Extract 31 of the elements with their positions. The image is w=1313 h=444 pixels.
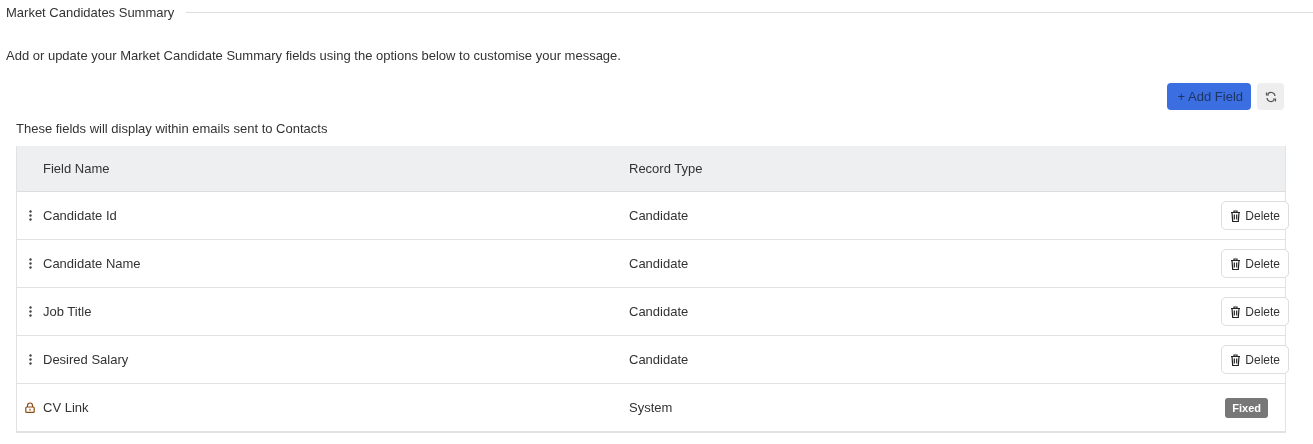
record-type-cell-text: System bbox=[629, 400, 674, 415]
drag-handle-icon[interactable] bbox=[28, 306, 32, 317]
drag-handle-icon[interactable] bbox=[28, 210, 32, 221]
trash-icon bbox=[1230, 209, 1242, 222]
record-type-cell-text: Candidate bbox=[629, 256, 690, 271]
field-name-cell-text: CV Link bbox=[43, 400, 90, 415]
drag-handle-icon[interactable] bbox=[28, 354, 32, 365]
table-caption: These fields will display within emails sent to Contacts bbox=[16, 121, 329, 136]
field-name-cell-text: Candidate Name bbox=[43, 256, 142, 271]
trash-icon bbox=[1230, 305, 1242, 318]
section-description: Add or update your Market Candidate Summary fields using the options below to customise your message. bbox=[6, 48, 622, 63]
column-header: Field Name bbox=[43, 161, 111, 176]
trash-icon bbox=[1230, 257, 1242, 270]
refresh-button[interactable] bbox=[1257, 83, 1284, 110]
field-name-cell-text: Candidate Id bbox=[43, 208, 118, 223]
delete-button[interactable]: Delete bbox=[1221, 201, 1289, 230]
lock-icon bbox=[25, 402, 35, 413]
drag-handle-icon[interactable] bbox=[28, 258, 32, 269]
fixed-badge: Fixed bbox=[1225, 397, 1268, 418]
section-title: Market Candidates Summary bbox=[6, 4, 175, 20]
delete-button[interactable]: Delete bbox=[1221, 297, 1289, 326]
trash-icon bbox=[1230, 353, 1242, 366]
column-header: Record Type bbox=[629, 161, 704, 176]
field-name-cell-text: Desired Salary bbox=[43, 352, 130, 367]
record-type-cell-text: Candidate bbox=[629, 208, 690, 223]
delete-button[interactable]: Delete bbox=[1221, 249, 1289, 278]
record-type-cell-text: Candidate bbox=[629, 352, 690, 367]
field-name-cell-text: Job Title bbox=[43, 304, 93, 319]
record-type-cell-text: Candidate bbox=[629, 304, 690, 319]
refresh-icon bbox=[1264, 90, 1277, 103]
delete-button[interactable]: Delete bbox=[1221, 345, 1289, 374]
